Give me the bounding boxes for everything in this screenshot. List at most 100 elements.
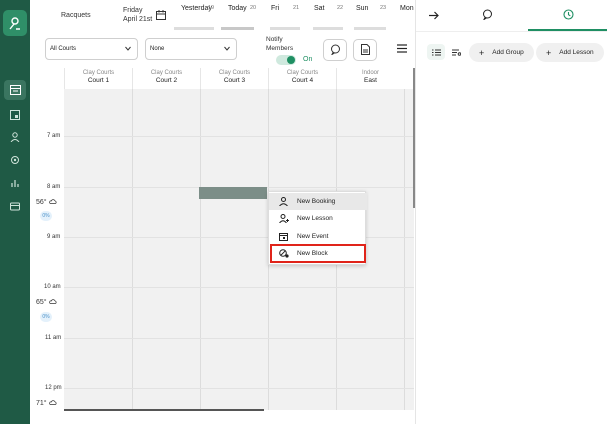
time-label: 12 pm (45, 385, 62, 391)
day-scroll-bar (221, 27, 254, 30)
notify-label-line2: Members (266, 45, 294, 52)
grid-hour-line (64, 388, 414, 389)
menu-item-label: New Block (297, 250, 328, 257)
reports-chart-icon[interactable] (4, 173, 26, 193)
day-number: 23 (380, 5, 387, 11)
close-panel-arrow-icon[interactable] (420, 0, 448, 30)
message-button[interactable] (323, 39, 347, 61)
column-header-court-4: Clay Courts Court 4 (268, 68, 336, 89)
weather-temp: 65° (36, 299, 57, 306)
selected-slot[interactable] (199, 187, 267, 199)
add-group-button[interactable]: + Add Group (469, 43, 534, 62)
column-header-east: Indoor East (336, 68, 404, 89)
current-weekday: Friday (123, 7, 143, 14)
column-group: Indoor (361, 70, 379, 76)
menu-item-new-block[interactable]: New Block (270, 244, 366, 263)
secondary-select-value: None (150, 46, 165, 52)
column-name: Court 2 (155, 77, 178, 84)
day-tab-fri[interactable]: Fri (271, 5, 279, 12)
secondary-select[interactable]: None (145, 38, 237, 60)
column-name: Court 4 (291, 77, 314, 84)
day-tab-sun[interactable]: Sun (356, 5, 368, 12)
time-label: 10 am (44, 284, 61, 290)
hamburger-menu-icon[interactable] (397, 44, 407, 55)
courts-select[interactable]: All Courts (45, 38, 138, 60)
notify-members-toggle[interactable] (276, 55, 296, 65)
column-header-court-1: Clay Courts Court 1 (64, 68, 132, 89)
chevron-down-icon (125, 46, 131, 53)
toggle-state: On (303, 56, 313, 63)
calendar-event-icon (279, 232, 293, 241)
schedule-nav-icon[interactable] (4, 80, 26, 100)
precip-badge: 0% (40, 211, 52, 221)
cloud-icon (48, 400, 57, 407)
day-number: 21 (293, 5, 300, 11)
time-label: 9 am (47, 234, 61, 240)
left-nav-rail (0, 0, 30, 424)
settings-gear-icon[interactable] (4, 150, 26, 170)
grid-hour-line (64, 287, 414, 288)
day-tab-sat[interactable]: Sat (314, 5, 325, 12)
chat-bubble-icon (482, 9, 493, 22)
column-group: Clay Courts (218, 70, 251, 76)
day-number: 20 (250, 5, 257, 11)
app-logo-icon[interactable] (3, 10, 27, 36)
day-tab-today[interactable]: Today (228, 5, 247, 12)
members-nav-icon[interactable] (4, 127, 26, 147)
column-group: Clay Courts (286, 70, 319, 76)
weather-temp: 56° (36, 199, 57, 206)
grid-hour-line (64, 136, 414, 137)
block-icon (279, 249, 293, 258)
temperature: 71° (36, 400, 47, 407)
list-view-icon[interactable] (427, 44, 445, 60)
add-lesson-button[interactable]: + Add Lesson (536, 43, 604, 62)
calendar-icon[interactable] (156, 10, 166, 22)
billing-wallet-icon[interactable] (4, 196, 26, 216)
menu-item-new-lesson[interactable]: New Lesson (269, 210, 367, 227)
person-icon (279, 197, 293, 206)
document-button[interactable] (353, 39, 377, 61)
temperature: 65° (36, 299, 47, 306)
day-tab-mon[interactable]: Mon (400, 5, 414, 12)
column-name: Court 3 (223, 77, 246, 84)
column-header-court-2: Clay Courts Court 2 (132, 68, 200, 89)
cloud-icon (48, 299, 57, 306)
plus-icon: + (546, 47, 552, 58)
current-time-line (64, 409, 264, 411)
column-name: Court 1 (87, 77, 110, 84)
day-number: 22 (337, 5, 344, 11)
column-group: Clay Courts (150, 70, 183, 76)
new-item-context-menu: New Booking New Lesson New Event New Blo… (268, 191, 367, 265)
day-number: 19 (208, 5, 215, 11)
time-label: 7 am (47, 133, 61, 139)
tab-schedule[interactable] (528, 0, 607, 30)
add-group-label: Add Group (492, 49, 524, 56)
grid-divider (132, 89, 133, 410)
time-label: 8 am (47, 184, 61, 190)
current-date: April 21st (123, 16, 153, 23)
day-scroll-bar (313, 27, 343, 30)
add-lesson-label: Add Lesson (559, 49, 594, 56)
column-group: Clay Courts (82, 70, 115, 76)
grid-divider (200, 89, 201, 410)
menu-item-label: New Booking (297, 198, 336, 205)
day-scroll-bar (354, 27, 386, 30)
filter-list-icon[interactable] (447, 44, 465, 60)
bookings-nav-icon[interactable] (4, 105, 26, 125)
temperature: 56° (36, 199, 47, 206)
panel-divider (416, 31, 607, 32)
day-scroll-bar (270, 27, 300, 30)
tab-messages[interactable] (446, 0, 528, 30)
precip-badge: 0% (40, 312, 52, 322)
time-label: 11 am (45, 335, 62, 341)
plus-icon: + (479, 47, 485, 58)
menu-item-new-event[interactable]: New Event (269, 228, 367, 245)
day-scroll-bar (174, 27, 214, 30)
right-side-panel: + Add Group + Add Lesson (415, 0, 607, 424)
column-header-court-3: Clay Courts Court 3 (200, 68, 268, 89)
chat-bubble-icon (330, 44, 341, 57)
menu-item-new-booking[interactable]: New Booking (269, 193, 367, 210)
grid-hour-line (64, 338, 414, 339)
grid-divider (404, 89, 405, 410)
menu-item-label: New Lesson (297, 215, 333, 222)
